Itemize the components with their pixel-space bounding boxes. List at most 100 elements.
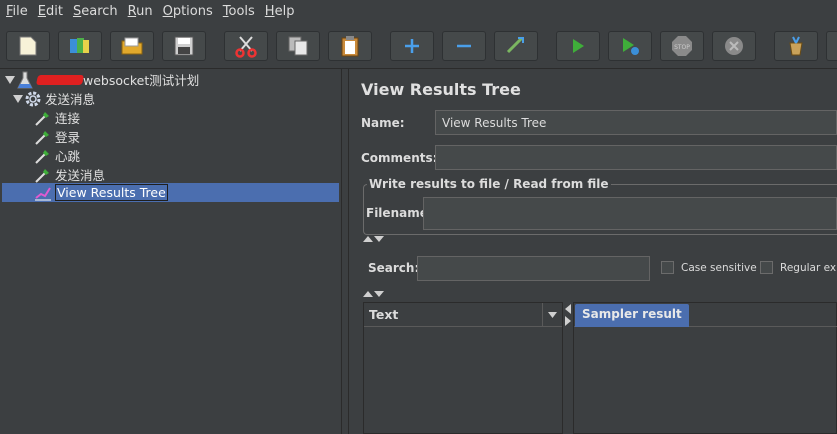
menu-label: ptions	[172, 3, 213, 19]
collapse-arrows[interactable]	[363, 290, 385, 297]
menu-label: earch	[81, 3, 118, 19]
pane-splitter[interactable]	[341, 69, 349, 434]
results-list: Text	[363, 302, 563, 434]
menu-run[interactable]: Run	[128, 4, 153, 19]
start-no-pauses-icon	[623, 38, 639, 55]
pipette-icon	[34, 147, 52, 165]
stop-button[interactable]: STOP	[660, 31, 704, 61]
menu-help[interactable]: Help	[265, 4, 295, 19]
collapse-down-icon	[374, 291, 384, 297]
tree-node-sampler[interactable]: 心跳	[34, 146, 80, 165]
stop-icon: STOP	[672, 36, 692, 56]
renderer-select-value: Text	[369, 307, 399, 322]
svg-text:STOP: STOP	[674, 44, 690, 51]
expand-all-button[interactable]	[390, 31, 434, 61]
results-detail: Sampler result	[573, 302, 837, 434]
tab-sampler-result[interactable]: Sampler result	[575, 304, 689, 327]
start-button[interactable]	[556, 31, 600, 61]
copy-button[interactable]	[276, 31, 320, 61]
filename-label: Filename	[366, 206, 428, 220]
open-icon	[121, 37, 143, 55]
menu-edit[interactable]: Edit	[38, 4, 63, 19]
renderer-select[interactable]: Text	[364, 303, 562, 327]
menu-file[interactable]: File	[6, 4, 28, 19]
shutdown-button[interactable]	[712, 31, 756, 61]
tree-label: 发送消息	[45, 92, 96, 107]
tree-node-sampler[interactable]: 连接	[34, 108, 80, 127]
group-title: Write results to file / Read from file	[367, 177, 611, 191]
name-field[interactable]	[435, 110, 837, 135]
menu-bar: File Edit Search Run Options Tools Help	[0, 0, 837, 22]
menu-mnemonic: O	[162, 3, 173, 19]
tree-node-test-plan[interactable]: websocket测试计划	[4, 70, 199, 89]
expand-icon	[405, 39, 419, 53]
menu-label: elp	[274, 3, 295, 19]
toggle-icon	[506, 36, 524, 54]
dropdown-arrow-icon[interactable]	[542, 303, 562, 327]
menu-mnemonic: S	[72, 3, 82, 19]
clear-all-button[interactable]	[826, 31, 837, 61]
menu-options[interactable]: Options	[163, 4, 213, 19]
paste-button[interactable]	[328, 31, 372, 61]
pipette-icon	[34, 166, 52, 184]
case-sensitive-label: Case sensitive	[681, 262, 757, 274]
templates-button[interactable]	[58, 31, 102, 61]
tree-label: 心跳	[55, 149, 81, 164]
start-icon	[573, 39, 584, 53]
expand-arrow-icon[interactable]	[12, 93, 24, 105]
name-label: Name:	[361, 116, 405, 130]
menu-mnemonic: E	[37, 3, 46, 19]
regular-exp-checkbox[interactable]	[760, 261, 773, 274]
tree-label: 登录	[55, 130, 81, 145]
menu-label: un	[136, 3, 153, 19]
start-no-pauses-button[interactable]	[608, 31, 652, 61]
menu-label: ile	[12, 3, 28, 19]
collapse-up-icon	[363, 236, 373, 242]
case-sensitive-checkbox[interactable]	[661, 261, 674, 274]
toolbar: STOP	[0, 23, 837, 69]
redacted-mark	[35, 74, 85, 85]
cut-button[interactable]	[224, 31, 268, 61]
templates-icon	[70, 38, 89, 53]
results-splitter[interactable]	[563, 302, 573, 434]
pipette-icon	[34, 109, 52, 127]
split-right-icon	[565, 316, 571, 326]
collapse-down-icon	[374, 236, 384, 242]
tree-node-thread-group[interactable]: 发送消息	[12, 89, 95, 108]
toggle-button[interactable]	[494, 31, 538, 61]
menu-tools[interactable]: Tools	[223, 4, 255, 19]
comments-field[interactable]	[435, 145, 837, 170]
expand-arrow-icon[interactable]	[4, 74, 16, 86]
tree-label: 连接	[55, 111, 81, 126]
menu-mnemonic: H	[264, 3, 275, 19]
open-button[interactable]	[110, 31, 154, 61]
cut-icon	[235, 36, 257, 58]
menu-search[interactable]: Search	[73, 4, 118, 19]
menu-mnemonic: R	[127, 3, 137, 19]
pipette-icon	[34, 128, 52, 146]
clear-button[interactable]	[774, 31, 818, 61]
split-left-icon	[565, 304, 571, 314]
tree-node-listener[interactable]: View Results Tree	[2, 183, 339, 202]
shutdown-icon	[725, 37, 743, 55]
page-title: View Results Tree	[361, 80, 521, 99]
tree-node-sampler[interactable]: 发送消息	[34, 165, 105, 184]
new-button[interactable]	[6, 31, 50, 61]
listener-chart-icon	[34, 184, 52, 202]
comments-label: Comments:	[361, 151, 438, 165]
paste-icon	[341, 36, 359, 57]
filename-field[interactable]	[423, 197, 837, 230]
regular-exp-label: Regular exp	[780, 262, 837, 274]
collapse-arrows[interactable]	[363, 235, 385, 242]
save-button[interactable]	[162, 31, 206, 61]
collapse-icon	[457, 44, 471, 48]
tab-strip: Sampler result	[574, 303, 837, 327]
menu-label: dit	[46, 3, 63, 19]
tree-label: websocket测试计划	[83, 73, 200, 88]
clear-icon	[789, 36, 803, 56]
collapse-all-button[interactable]	[442, 31, 486, 61]
tree-node-sampler[interactable]: 登录	[34, 127, 80, 146]
menu-label: ools	[228, 3, 255, 19]
gear-icon	[24, 90, 42, 108]
search-input[interactable]	[417, 256, 650, 281]
